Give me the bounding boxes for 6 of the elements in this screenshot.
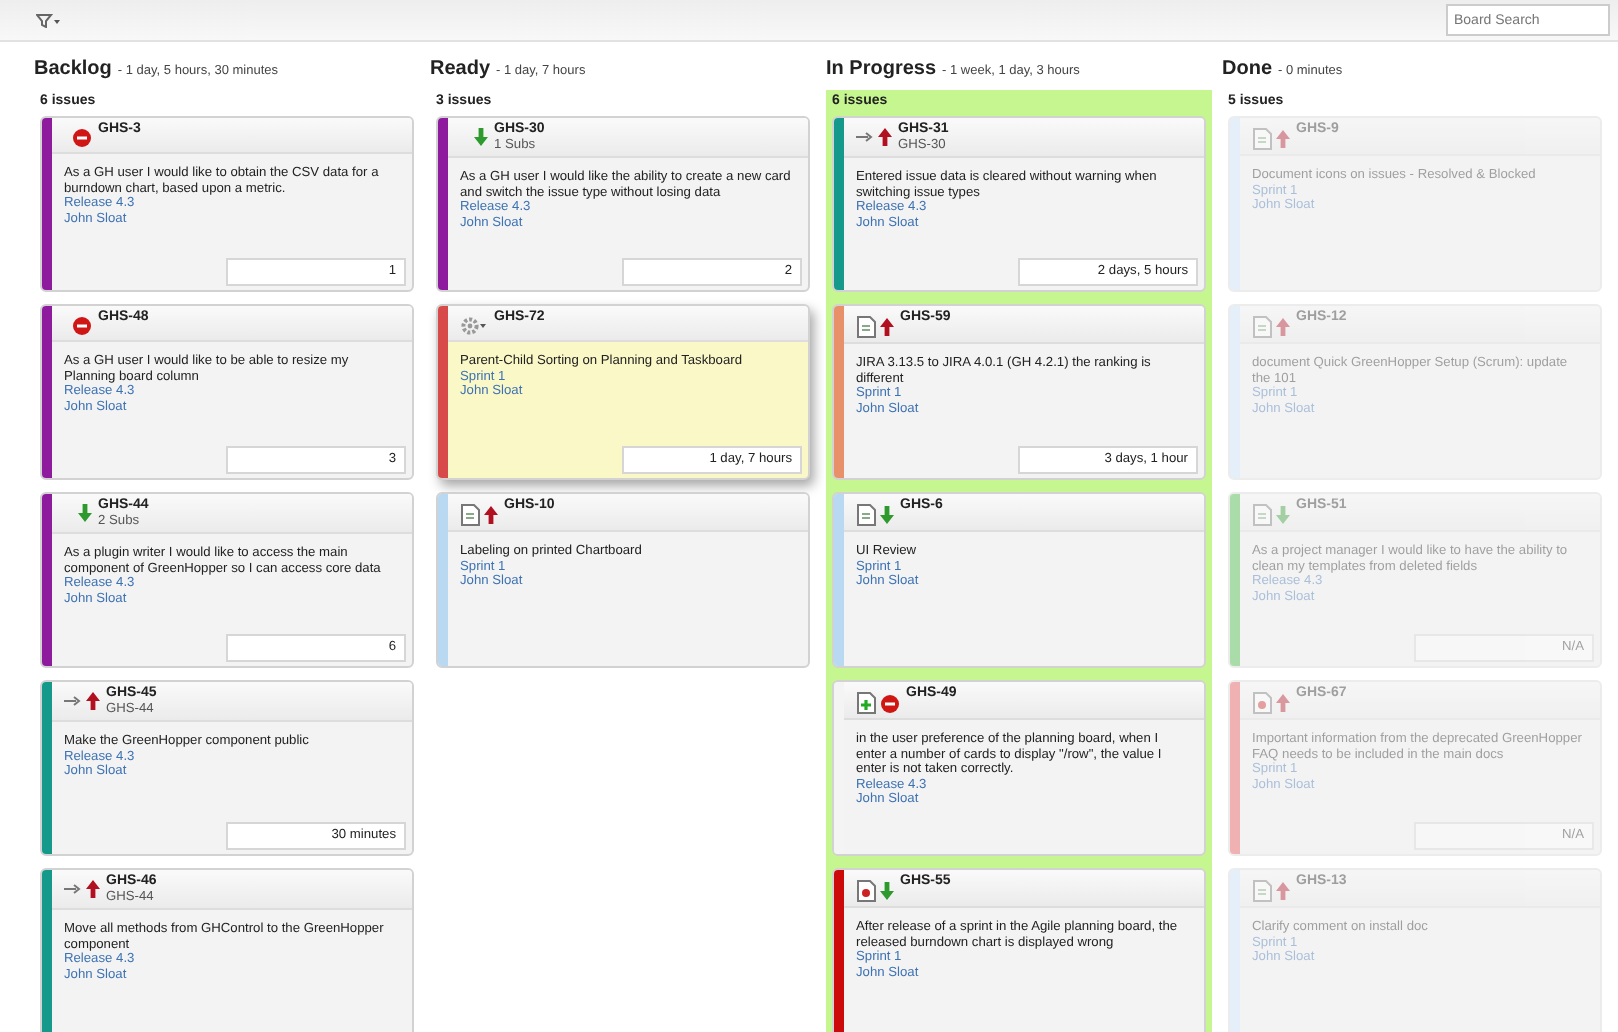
column-title: Backlog [34, 58, 112, 80]
column-title: In Progress [826, 58, 937, 80]
filter-icon[interactable] [36, 13, 60, 27]
gear-icon[interactable] [460, 316, 488, 336]
column-title: Ready [430, 58, 491, 80]
column-title: Done [1222, 58, 1272, 80]
